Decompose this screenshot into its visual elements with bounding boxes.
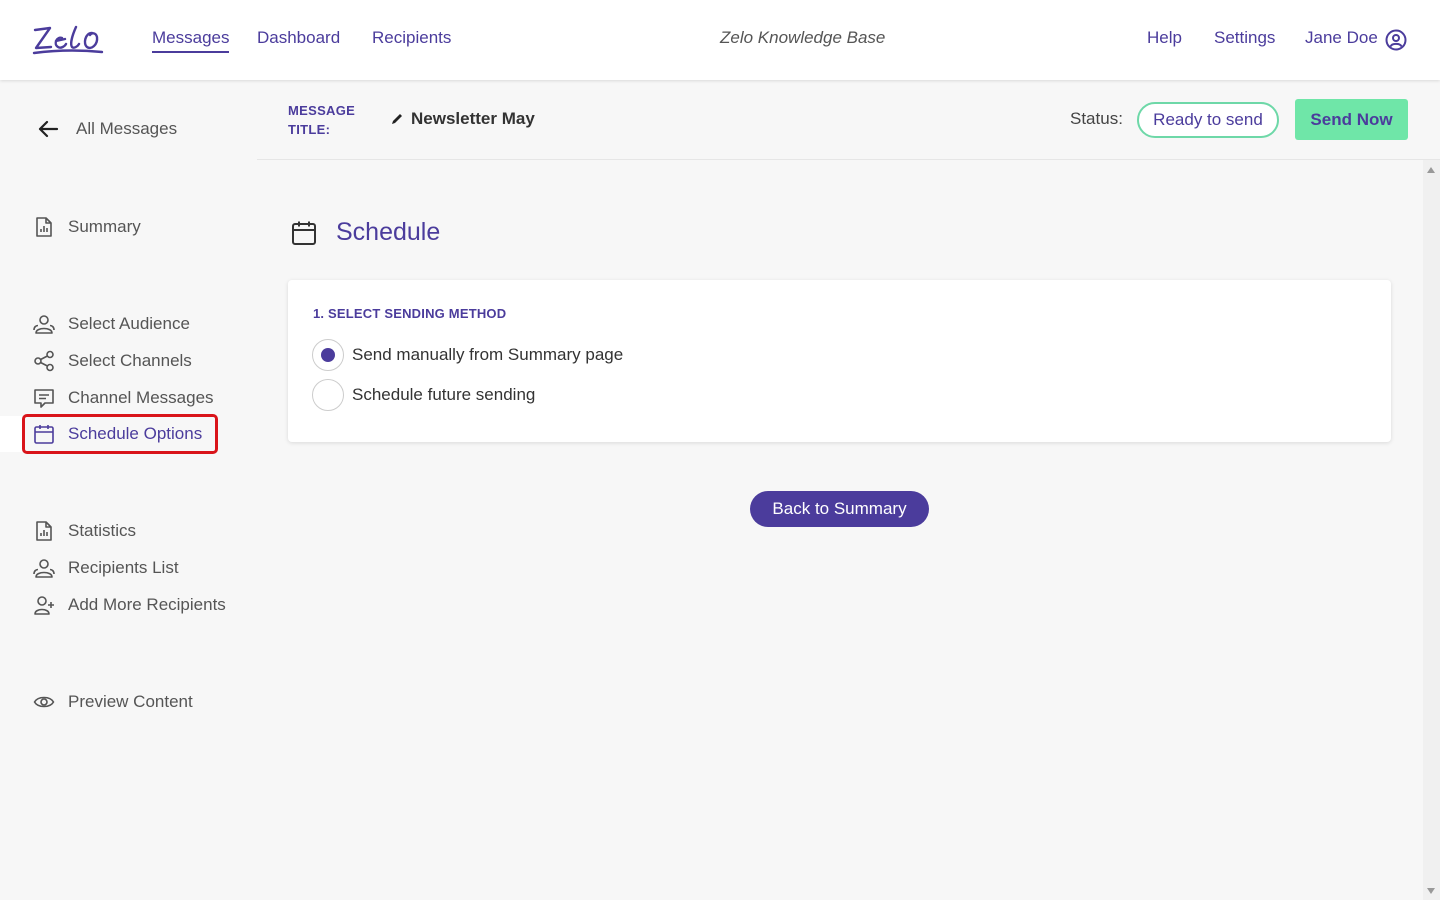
sidebar-item-add-more-recipients[interactable]: Add More Recipients <box>33 592 226 618</box>
sending-method-heading: 1. SELECT SENDING METHOD <box>313 306 507 321</box>
nav-help[interactable]: Help <box>1147 28 1182 48</box>
option-send-manually[interactable]: Send manually from Summary page <box>312 339 623 371</box>
report-icon <box>36 217 52 237</box>
knowledge-base-link[interactable]: Zelo Knowledge Base <box>720 28 885 48</box>
all-messages-back-link[interactable]: All Messages <box>36 117 177 141</box>
eye-icon <box>33 696 55 708</box>
vertical-scrollbar[interactable] <box>1423 160 1440 900</box>
sidebar-item-label: Preview Content <box>68 692 193 711</box>
sidebar-item-label: Statistics <box>68 521 137 540</box>
sidebar-item-label: Channel Messages <box>68 388 214 407</box>
message-icon <box>34 389 54 408</box>
sidebar-item-preview-content[interactable]: Preview Content <box>33 689 193 715</box>
message-title-label: MESSAGE TITLE: <box>288 103 356 137</box>
scroll-down-arrow-icon[interactable] <box>1427 888 1435 894</box>
user-circle-icon[interactable] <box>1385 29 1407 51</box>
message-title-field[interactable]: Newsletter May <box>390 109 535 129</box>
message-title-value: Newsletter May <box>411 109 535 128</box>
sidebar-item-label: Select Audience <box>68 314 190 333</box>
zelo-logo[interactable] <box>32 22 104 56</box>
sidebar-item-label: Recipients List <box>68 558 179 577</box>
top-navbar: Messages Dashboard Recipients Zelo Knowl… <box>0 0 1440 80</box>
schedule-heading: Schedule <box>290 218 440 247</box>
back-to-summary-button[interactable]: Back to Summary <box>750 491 929 527</box>
user-add-icon <box>34 596 54 615</box>
arrow-left-icon <box>38 120 59 138</box>
sidebar-item-label: Select Channels <box>68 351 192 370</box>
radio-schedule-future[interactable] <box>312 379 344 411</box>
option-schedule-future[interactable]: Schedule future sending <box>312 379 535 411</box>
option-label: Send manually from Summary page <box>352 345 624 364</box>
sidebar-item-label: Add More Recipients <box>68 595 226 614</box>
status-label: Status: <box>1070 109 1123 128</box>
status-badge: Ready to send <box>1137 102 1279 138</box>
sidebar-item-summary[interactable]: Summary <box>33 214 141 240</box>
page-title: Schedule <box>336 218 441 246</box>
sidebar-item-select-channels[interactable]: Select Channels <box>33 348 192 374</box>
sidebar-item-label: Schedule Options <box>68 424 203 443</box>
nav-recipients[interactable]: Recipients <box>372 28 451 48</box>
scroll-up-arrow-icon[interactable] <box>1427 167 1435 173</box>
radio-send-manually[interactable] <box>312 339 344 371</box>
option-label: Schedule future sending <box>352 385 536 404</box>
sidebar-item-statistics[interactable]: Statistics <box>33 518 136 544</box>
calendar-icon <box>34 425 54 444</box>
back-label: All Messages <box>76 119 178 138</box>
sidebar-item-recipients-list[interactable]: Recipients List <box>33 555 179 581</box>
active-item-marker <box>0 416 22 452</box>
user-name[interactable]: Jane Doe <box>1305 28 1378 48</box>
nav-messages[interactable]: Messages <box>152 28 230 53</box>
pencil-icon <box>392 114 402 124</box>
message-header: MESSAGE TITLE: Newsletter May Status: Re… <box>257 80 1440 160</box>
sidebar-item-schedule-options[interactable]: Schedule Options <box>33 421 202 447</box>
users-icon <box>33 315 55 334</box>
report-icon <box>36 521 52 541</box>
calendar-icon <box>292 221 316 245</box>
sidebar-item-label: Summary <box>68 217 141 236</box>
users-icon <box>33 559 55 578</box>
send-now-button[interactable]: Send Now <box>1295 99 1408 140</box>
nav-settings[interactable]: Settings <box>1214 28 1275 48</box>
share-icon <box>34 350 54 372</box>
sending-method-card: 1. SELECT SENDING METHOD Send manually f… <box>288 280 1391 442</box>
sidebar-item-channel-messages[interactable]: Channel Messages <box>33 385 214 411</box>
sidebar-item-select-audience[interactable]: Select Audience <box>33 311 190 337</box>
nav-dashboard[interactable]: Dashboard <box>257 28 340 48</box>
